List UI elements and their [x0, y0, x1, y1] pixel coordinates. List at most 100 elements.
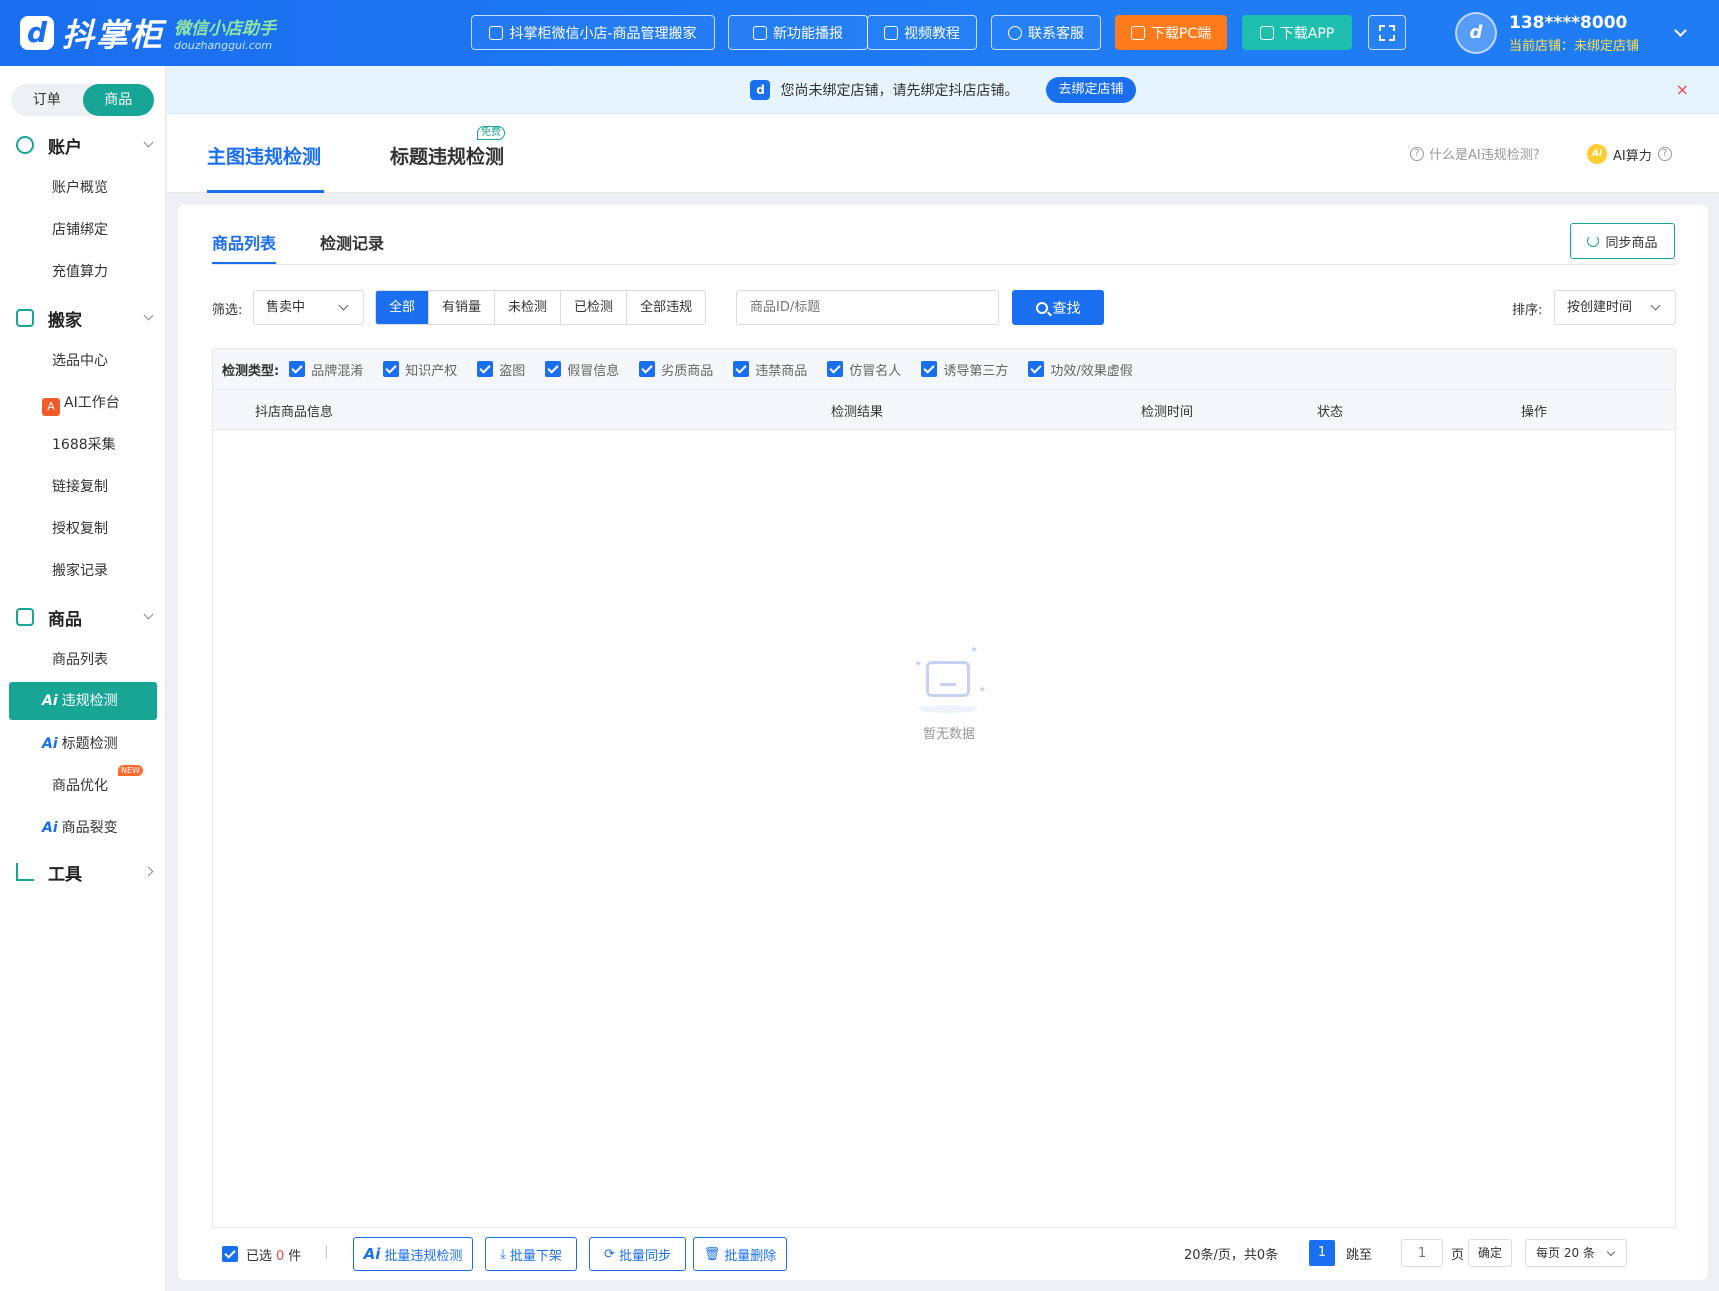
page-size-select[interactable]: 每页 20 条: [1525, 1239, 1627, 1267]
batch-check-button[interactable]: Ai 批量违规检测: [353, 1237, 473, 1271]
close-icon[interactable]: ×: [1676, 80, 1689, 99]
sidebar-group-tools[interactable]: 工具: [16, 857, 156, 887]
jump-label: 跳至: [1346, 1248, 1373, 1263]
headset-icon: [1008, 25, 1022, 40]
help-link-text: 什么是AI违规检测?: [1429, 148, 1540, 163]
sort-select[interactable]: 按创建时间: [1554, 290, 1676, 325]
sidebar-item-recharge[interactable]: 充值算力: [52, 257, 108, 287]
chevron-down-icon[interactable]: [1674, 24, 1687, 37]
filter-has-sales[interactable]: 有销量: [428, 291, 494, 324]
sidebar-item-migration-records[interactable]: 搬家记录: [52, 556, 108, 586]
active-tab-indicator: [207, 190, 324, 193]
new-features-button[interactable]: 新功能播报: [728, 15, 868, 50]
checkbox-brand-confusion[interactable]: 品牌混淆: [289, 360, 363, 379]
button-label: 查找: [1052, 300, 1081, 317]
help-link[interactable]: ? 什么是AI违规检测?: [1410, 144, 1540, 163]
sidebar-group-migration[interactable]: 搬家: [16, 303, 156, 333]
status-select[interactable]: 售卖中: [253, 290, 364, 325]
sidebar-item-link-copy[interactable]: 链接复制: [52, 472, 108, 502]
column-header: 操作: [1521, 405, 1548, 420]
checkbox-label: 盗图: [499, 363, 526, 379]
checkbox-fake-info[interactable]: 假冒信息: [545, 360, 619, 379]
ai-icon: Ai: [363, 1245, 381, 1263]
group-label: 商品: [48, 609, 82, 630]
filter-checked[interactable]: 已检测: [560, 291, 626, 324]
logo[interactable]: d 抖掌柜 微信小店助手 douzhanggui.com: [20, 12, 276, 54]
jump-confirm-button[interactable]: 确定: [1468, 1239, 1512, 1267]
ai-power[interactable]: Ai AI算力 ?: [1587, 144, 1672, 164]
tab-check-records[interactable]: 检测记录: [320, 230, 384, 254]
checkbox-third-party[interactable]: 诱导第三方: [921, 360, 1008, 379]
checkbox-false-effect[interactable]: 功效/效果虚假: [1028, 360, 1133, 379]
user-info: 138****8000 当前店铺：未绑定店铺: [1509, 13, 1639, 54]
bind-shop-button[interactable]: 去绑定店铺: [1046, 76, 1136, 103]
sidebar-item-violation-check[interactable]: Ai 违规检测: [9, 682, 157, 720]
select-all-checkbox[interactable]: [222, 1246, 238, 1262]
checkbox-label: 劣质商品: [661, 363, 714, 379]
avatar: d: [1455, 12, 1497, 54]
shop-manager-button[interactable]: 抖掌柜微信小店-商品管理搬家: [471, 15, 715, 50]
video-tutorial-button[interactable]: 视频教程: [867, 15, 977, 50]
checkbox-checked-icon: [289, 361, 306, 377]
checkbox-celebrity[interactable]: 仿冒名人: [827, 360, 901, 379]
new-badge: NEW: [118, 765, 143, 776]
page-button-current[interactable]: 1: [1309, 1240, 1335, 1266]
item-label: 商品裂变: [61, 820, 118, 836]
segment-orders[interactable]: 订单: [11, 84, 83, 116]
page-jump-input[interactable]: [1401, 1239, 1443, 1267]
segment-products[interactable]: 商品: [82, 84, 154, 116]
checkbox-label: 假冒信息: [567, 363, 620, 379]
selected-suffix: 件: [288, 1249, 302, 1264]
checkbox-prohibited-goods[interactable]: 违禁商品: [733, 360, 807, 379]
sidebar-item-product-fission[interactable]: Ai 商品裂变: [42, 813, 118, 843]
filter-unchecked[interactable]: 未检测: [494, 291, 560, 324]
filter-label: 筛选:: [212, 303, 243, 318]
checkbox-image-theft[interactable]: 盗图: [477, 360, 525, 379]
filter-button-group: 全部 有销量 未检测 已检测 全部违规: [375, 290, 707, 325]
sidebar-item-1688-collect[interactable]: 1688采集: [52, 430, 116, 460]
batch-delete-button[interactable]: 🗑 批量删除: [693, 1237, 787, 1271]
content-card: 商品列表 检测记录 同步商品 筛选: 售卖中 全部 有销量 未检测 已检测 全部…: [178, 205, 1708, 1280]
filter-all[interactable]: 全部: [376, 291, 429, 324]
selected-prefix: 已选: [246, 1249, 273, 1264]
checkbox-label: 仿冒名人: [849, 363, 902, 379]
search-button[interactable]: 查找: [1012, 290, 1104, 325]
download-pc-button[interactable]: 下载PC端: [1115, 15, 1227, 50]
button-label: 批量下架: [509, 1248, 562, 1264]
batch-delist-button[interactable]: ⤓ 批量下架: [485, 1237, 577, 1271]
fullscreen-button[interactable]: [1368, 15, 1406, 50]
checkbox-inferior-goods[interactable]: 劣质商品: [639, 360, 713, 379]
filter-all-violations[interactable]: 全部违规: [626, 291, 705, 324]
sidebar-item-auth-copy[interactable]: 授权复制: [52, 514, 108, 544]
ai-icon: Ai: [42, 693, 58, 709]
question-icon[interactable]: ?: [1657, 147, 1672, 161]
batch-sync-button[interactable]: ⟳ 批量同步: [589, 1237, 686, 1271]
sidebar-item-title-check[interactable]: Ai 标题检测: [42, 729, 118, 759]
page-unit-label: 页: [1451, 1248, 1465, 1263]
user-menu[interactable]: d 138****8000 当前店铺：未绑定店铺: [1455, 12, 1639, 54]
search-input[interactable]: [736, 290, 999, 325]
tab-product-list[interactable]: 商品列表: [212, 230, 276, 254]
free-badge: 免费: [477, 126, 505, 140]
sidebar-group-products[interactable]: 商品: [16, 602, 156, 632]
sidebar-item-product-optimize[interactable]: 商品优化 NEW: [52, 765, 143, 801]
sync-products-button[interactable]: 同步商品: [1570, 223, 1675, 259]
download-app-button[interactable]: 下载APP: [1242, 15, 1352, 50]
sidebar-item-account-overview[interactable]: 账户概览: [52, 173, 108, 203]
sidebar-group-account[interactable]: 账户: [16, 130, 156, 160]
sidebar-item-shop-binding[interactable]: 店铺绑定: [52, 215, 108, 245]
tab-image-violation[interactable]: 主图违规检测: [207, 142, 321, 169]
shop-icon: [489, 25, 504, 40]
sidebar-item-product-list[interactable]: 商品列表: [52, 645, 108, 675]
current-shop: 当前店铺：未绑定店铺: [1509, 38, 1640, 54]
sort-label: 排序:: [1512, 303, 1543, 318]
button-label: 批量违规检测: [384, 1248, 463, 1264]
sidebar-item-selection-center[interactable]: 选品中心: [52, 346, 108, 376]
chevron-down-icon: [338, 300, 349, 311]
tab-title-violation[interactable]: 标题违规检测: [390, 142, 504, 169]
button-label: 下载PC端: [1150, 25, 1212, 42]
item-label: 标题检测: [61, 736, 118, 752]
contact-support-button[interactable]: 联系客服: [991, 15, 1101, 50]
checkbox-ip[interactable]: 知识产权: [383, 360, 457, 379]
sidebar-item-ai-workbench[interactable]: A AI工作台: [42, 388, 120, 418]
